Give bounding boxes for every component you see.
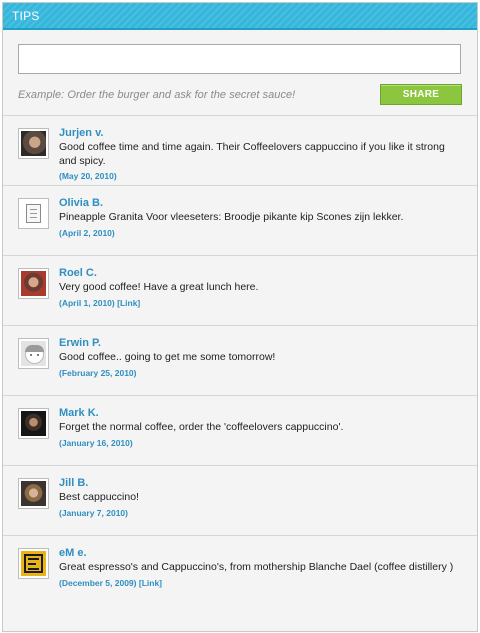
tip-input[interactable] [18, 44, 461, 74]
avatar[interactable] [18, 548, 49, 579]
tip-item: Jurjen v. Good coffee time and time agai… [3, 116, 477, 186]
tips-list: Jurjen v. Good coffee time and time agai… [3, 116, 477, 606]
tip-date: (April 2, 2010) [59, 227, 115, 238]
share-button[interactable]: SHARE [380, 84, 462, 105]
tip-text: Pineapple Granita Voor vleeseters: Brood… [59, 211, 404, 223]
tip-text: Very good coffee! Have a great lunch her… [59, 281, 259, 293]
user-photo-icon [21, 411, 46, 436]
logo-icon [21, 551, 46, 576]
tip-external-link[interactable]: [Link] [117, 298, 140, 308]
tip-author-link[interactable]: Jurjen v. [59, 127, 463, 140]
tip-form-row: Example: Order the burger and ask for th… [18, 84, 462, 105]
tip-author-link[interactable]: Jill B. [59, 477, 463, 490]
tip-date: (December 5, 2009) [59, 577, 137, 588]
user-photo-icon [21, 271, 46, 296]
avatar[interactable] [18, 128, 49, 159]
tip-text: Best cappuccino! [59, 491, 139, 503]
tip-author-link[interactable]: Mark K. [59, 407, 463, 420]
panel-title: TIPS [3, 3, 477, 30]
tip-item: Roel C. Very good coffee! Have a great l… [3, 256, 477, 326]
tip-text: Good coffee.. going to get me some tomor… [59, 351, 276, 363]
tip-date: (April 1, 2010) [59, 297, 115, 308]
tip-author-link[interactable]: Erwin P. [59, 337, 463, 350]
tip-text: Good coffee time and time again. Their C… [59, 141, 445, 167]
tip-date: (January 16, 2010) [59, 437, 133, 448]
tip-item: Mark K. Forget the normal coffee, order … [3, 396, 477, 466]
tip-author-link[interactable]: eM e. [59, 547, 463, 560]
default-avatar-icon [21, 341, 46, 366]
user-photo-icon [21, 131, 46, 156]
tip-item: eM e. Great espresso's and Cappuccino's,… [3, 536, 477, 606]
tip-text: Great espresso's and Cappuccino's, from … [59, 561, 454, 573]
tip-item: Erwin P. Good coffee.. going to get me s… [3, 326, 477, 396]
document-icon [21, 201, 46, 226]
tip-item: Olivia B. Pineapple Granita Voor vleeset… [3, 186, 477, 256]
tip-item: Jill B. Best cappuccino! (January 7, 201… [3, 466, 477, 536]
tip-text: Forget the normal coffee, order the 'cof… [59, 421, 344, 433]
avatar[interactable] [18, 268, 49, 299]
tips-panel: TIPS Example: Order the burger and ask f… [2, 2, 478, 632]
avatar[interactable] [18, 198, 49, 229]
user-photo-icon [21, 481, 46, 506]
example-text: Example: Order the burger and ask for th… [18, 88, 296, 101]
avatar[interactable] [18, 338, 49, 369]
avatar[interactable] [18, 408, 49, 439]
tip-date: (February 25, 2010) [59, 367, 137, 378]
avatar[interactable] [18, 478, 49, 509]
tip-date: (January 7, 2010) [59, 507, 128, 518]
tip-author-link[interactable]: Olivia B. [59, 197, 463, 210]
tip-external-link[interactable]: [Link] [139, 578, 162, 588]
tip-author-link[interactable]: Roel C. [59, 267, 463, 280]
tip-date: (May 20, 2010) [59, 171, 117, 181]
tip-form: Example: Order the burger and ask for th… [3, 30, 477, 116]
